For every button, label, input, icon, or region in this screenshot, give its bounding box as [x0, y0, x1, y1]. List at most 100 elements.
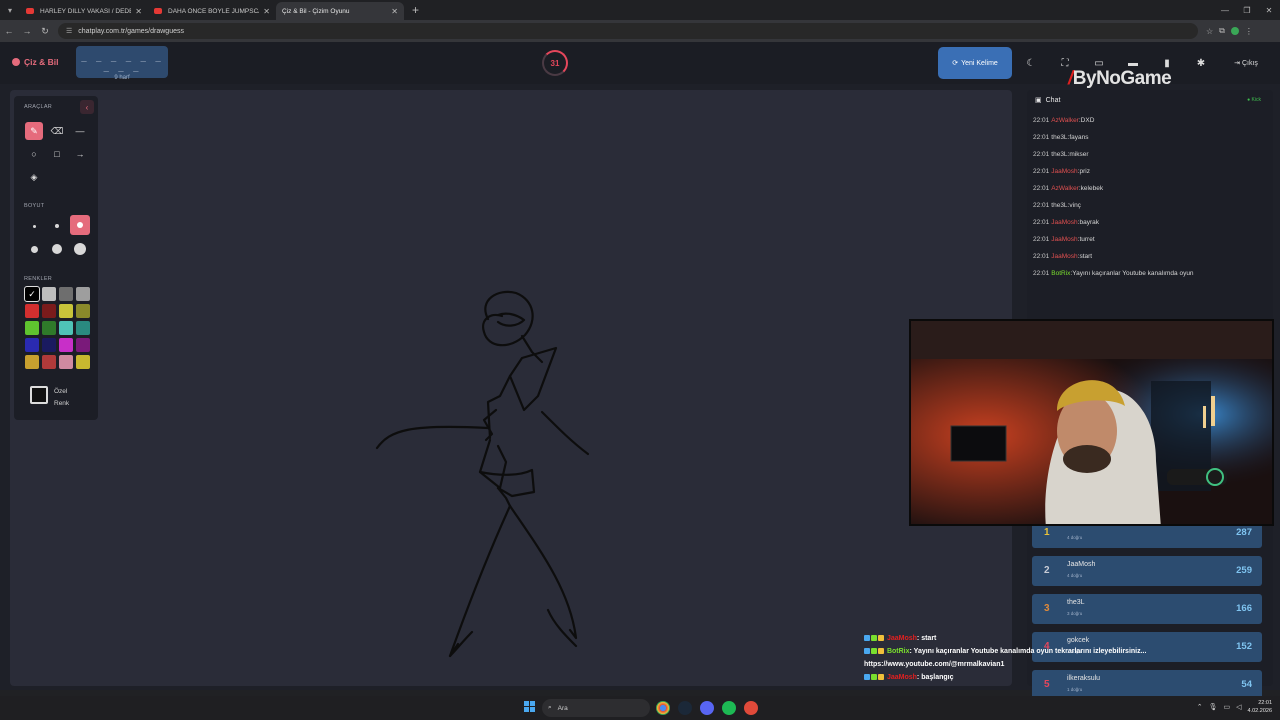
rectangle-tool-icon[interactable]: □ — [48, 145, 66, 163]
logout-icon: ⇥ — [1234, 60, 1240, 67]
chat-badge-icon — [864, 674, 870, 681]
forward-icon[interactable]: → — [18, 26, 36, 36]
maximize-icon[interactable]: ❐ — [1236, 6, 1258, 15]
url-field[interactable]: ☰ chatplay.com.tr/games/drawguess — [58, 23, 1198, 39]
color-swatch[interactable] — [76, 338, 90, 352]
size-option-6[interactable] — [74, 243, 86, 255]
color-swatch[interactable] — [42, 355, 56, 369]
size-option-5[interactable] — [52, 244, 62, 254]
close-icon[interactable]: ✕ — [135, 7, 142, 16]
arrow-tool-icon[interactable]: → — [71, 145, 89, 163]
color-swatch[interactable] — [59, 355, 73, 369]
eraser-tool-icon[interactable]: ⌫ — [48, 122, 66, 140]
message-user[interactable]: JaaMosh — [1051, 168, 1077, 175]
size-option-4[interactable] — [31, 246, 38, 253]
color-swatch[interactable] — [42, 287, 56, 301]
color-swatch[interactable] — [42, 304, 56, 318]
tab-title: Çiz & Bil - Çizim Oyunu — [282, 7, 350, 15]
windows-start-icon[interactable] — [524, 701, 536, 713]
menu-icon[interactable]: ⋮ — [1245, 27, 1253, 36]
color-swatch[interactable] — [76, 355, 90, 369]
volume-icon[interactable]: ◁ — [1236, 703, 1241, 711]
color-swatch[interactable] — [59, 338, 73, 352]
collapse-panel-button[interactable]: ‹ — [80, 100, 94, 114]
obs-app-icon[interactable] — [744, 701, 758, 715]
steam-app-icon[interactable] — [678, 701, 692, 715]
color-swatch[interactable] — [59, 321, 73, 335]
color-swatch[interactable] — [76, 321, 90, 335]
tab-title: HARLEY DILLY VAKASI / DEDEK — [40, 7, 132, 15]
exit-button[interactable]: ⇥ Çıkış — [1226, 47, 1266, 79]
stick-figure-drawing — [375, 290, 590, 658]
browser-tab-2[interactable]: DAHA ÖNCE BÖYLE JUMPSCAR ✕ — [148, 2, 276, 20]
color-swatch[interactable] — [25, 321, 39, 335]
color-swatch[interactable] — [76, 304, 90, 318]
microphone-icon[interactable]: 🎙︎ — [1209, 703, 1218, 711]
youtube-icon — [26, 8, 34, 14]
message-user[interactable]: the3L — [1051, 151, 1067, 158]
color-swatch[interactable] — [25, 355, 39, 369]
size-option-3-selected[interactable] — [70, 215, 90, 235]
message-user[interactable]: AzWalker — [1051, 185, 1079, 192]
message-time: 22:01 — [1033, 151, 1050, 158]
gear-icon[interactable]: ✱ — [1187, 47, 1215, 79]
message-user[interactable]: the3L — [1051, 202, 1067, 209]
moon-icon[interactable]: ☾ — [1017, 47, 1045, 79]
color-swatch[interactable] — [76, 287, 90, 301]
discord-app-icon[interactable] — [700, 701, 714, 715]
line-tool-icon[interactable]: — — [71, 122, 89, 140]
bookmark-star-icon[interactable]: ☆ — [1206, 27, 1213, 36]
custom-color-picker[interactable] — [30, 386, 48, 404]
fill-bucket-tool-icon[interactable]: ◈ — [25, 168, 43, 186]
color-swatch[interactable] — [25, 304, 39, 318]
message-time: 22:01 — [1033, 270, 1050, 277]
browser-tab-1[interactable]: HARLEY DILLY VAKASI / DEDEK ✕ — [20, 2, 148, 20]
taskbar-clock[interactable]: 22:01 4.02.2026 — [1248, 699, 1272, 715]
chat-message: 22:01 JaaMosh: priz — [1033, 163, 1269, 180]
circle-tool-icon[interactable]: ○ — [25, 145, 43, 163]
close-icon[interactable]: ✕ — [263, 7, 270, 16]
overlay-user: JaaMosh — [886, 674, 917, 681]
message-user[interactable]: JaaMosh — [1051, 219, 1077, 226]
message-user[interactable]: BotRix — [1051, 270, 1070, 277]
chrome-app-icon[interactable] — [656, 701, 670, 715]
new-tab-icon[interactable]: + — [412, 3, 419, 17]
back-icon[interactable]: ← — [0, 26, 18, 36]
player-score: 54 — [1241, 679, 1252, 690]
message-user[interactable]: JaaMosh — [1051, 253, 1077, 260]
close-icon[interactable]: ✕ — [391, 7, 398, 16]
player-score: 259 — [1236, 565, 1252, 576]
color-swatch[interactable] — [59, 304, 73, 318]
message-user[interactable]: the3L — [1051, 134, 1067, 141]
new-word-button[interactable]: ⟳ Yeni Kelime — [938, 47, 1012, 79]
color-swatch[interactable] — [42, 321, 56, 335]
drawing-canvas[interactable] — [10, 90, 1012, 686]
url-text: chatplay.com.tr/games/drawguess — [78, 27, 184, 35]
chat-message: 22:01 JaaMosh: turret — [1033, 231, 1269, 248]
extensions-icon[interactable]: ⧉ — [1219, 26, 1225, 36]
message-user[interactable]: JaaMosh — [1051, 236, 1077, 243]
chat-message: 22:01 the3L: vinç — [1033, 197, 1269, 214]
color-swatch[interactable] — [59, 287, 73, 301]
color-swatch[interactable] — [42, 338, 56, 352]
spotify-app-icon[interactable] — [722, 701, 736, 715]
message-text: mikser — [1069, 151, 1089, 158]
size-option-2[interactable] — [55, 224, 59, 228]
chevron-up-icon[interactable]: ⌃ — [1197, 703, 1203, 711]
close-window-icon[interactable]: ✕ — [1258, 6, 1280, 15]
color-swatch[interactable] — [25, 338, 39, 352]
minimize-icon[interactable]: — — [1214, 6, 1236, 15]
reload-icon[interactable]: ↻ — [36, 26, 54, 37]
profile-icon[interactable] — [1230, 27, 1239, 35]
tab-search-icon[interactable]: ▾ — [0, 0, 20, 20]
taskbar-search[interactable]: ⌕ Ara — [542, 699, 650, 717]
color-swatch[interactable]: ✓ — [24, 286, 40, 302]
pencil-tool-icon[interactable]: ✎ — [25, 122, 43, 140]
network-icon[interactable]: ▭ — [1224, 703, 1231, 711]
brand-logo[interactable]: Çiz & Bil — [12, 57, 58, 67]
site-info-icon[interactable]: ☰ — [66, 27, 72, 35]
size-option-1[interactable] — [33, 225, 36, 228]
browser-tab-3[interactable]: Çiz & Bil - Çizim Oyunu ✕ — [276, 2, 404, 20]
message-text: start — [1079, 253, 1093, 260]
message-user[interactable]: AzWalker — [1051, 117, 1079, 124]
